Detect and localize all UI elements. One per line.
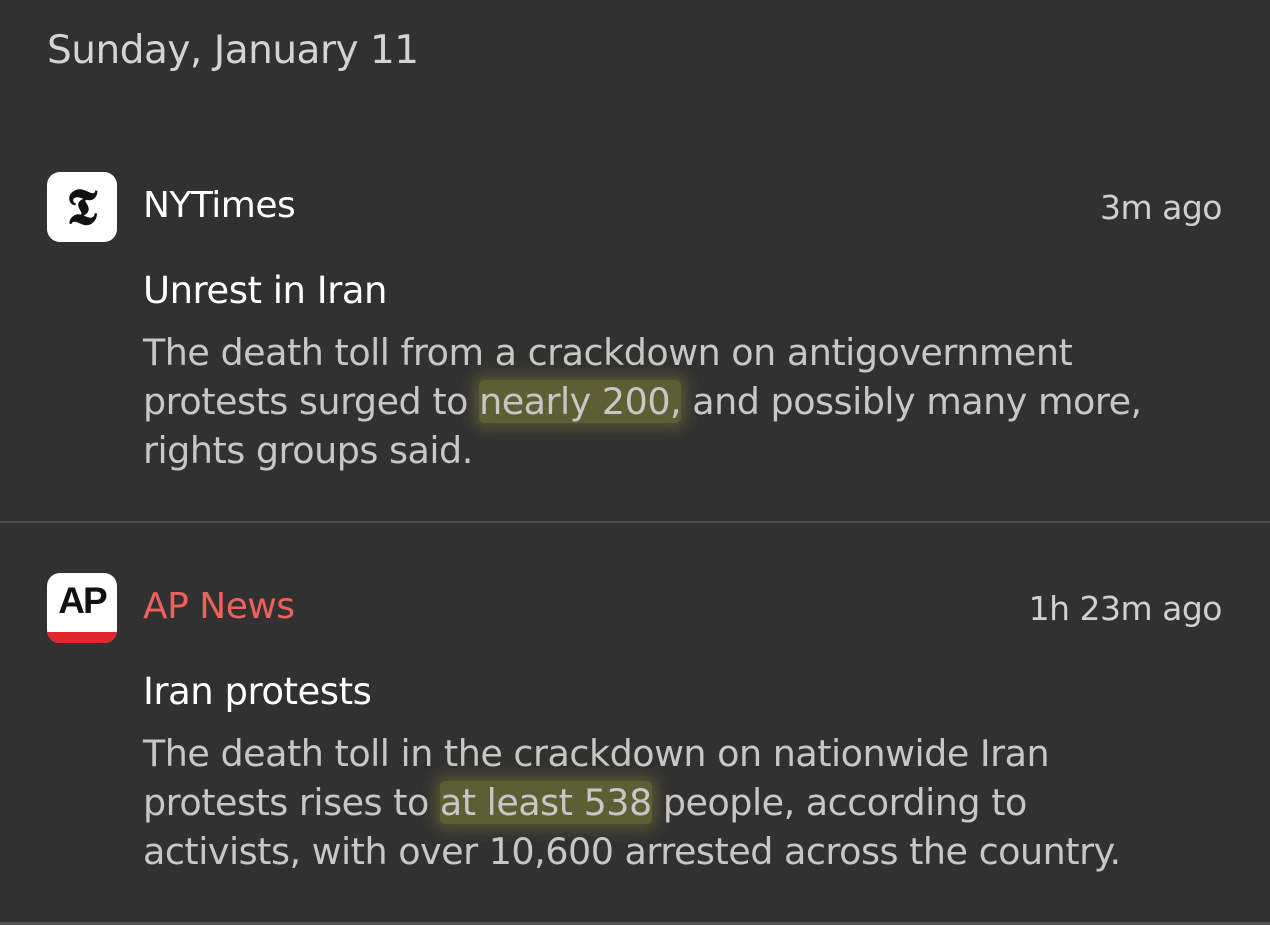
- date-header: Sunday, January 11: [47, 28, 419, 73]
- app-name: AP News: [143, 586, 295, 627]
- body-line: The death toll in the crackdown on natio…: [143, 732, 1050, 775]
- divider: [0, 521, 1270, 523]
- notification-body: The death toll from a crackdown on antig…: [143, 328, 1223, 475]
- body-line: The death toll from a crackdown on antig…: [143, 331, 1073, 374]
- timestamp: 1h 23m ago: [1028, 589, 1223, 628]
- notification-ap-news[interactable]: AP AP News 1h 23m ago Iran protests The …: [0, 571, 1270, 925]
- body-line: activists, with over 10,600 arrested acr…: [143, 830, 1121, 873]
- body-line: protests rises to at least 538 people, a…: [143, 781, 1027, 824]
- ap-news-logo-icon: AP: [47, 573, 117, 643]
- highlighted-text: nearly 200,: [479, 380, 682, 423]
- ap-red-bar: [47, 632, 117, 643]
- body-line: rights groups said.: [143, 429, 473, 472]
- notification-body: The death toll in the crackdown on natio…: [143, 729, 1223, 876]
- highlighted-text: at least 538: [439, 781, 652, 824]
- body-line: protests surged to nearly 200, and possi…: [143, 380, 1142, 423]
- notification-title: Unrest in Iran: [143, 269, 387, 312]
- nyt-glyph: 𝕿: [66, 177, 98, 236]
- ap-glyph: AP: [58, 580, 107, 621]
- notification-title: Iran protests: [143, 670, 372, 713]
- notification-nytimes[interactable]: 𝕿 NYTimes 3m ago Unrest in Iran The deat…: [0, 170, 1270, 523]
- nyt-logo-icon: 𝕿: [47, 172, 117, 242]
- timestamp: 3m ago: [1100, 188, 1223, 227]
- app-name: NYTimes: [143, 185, 296, 226]
